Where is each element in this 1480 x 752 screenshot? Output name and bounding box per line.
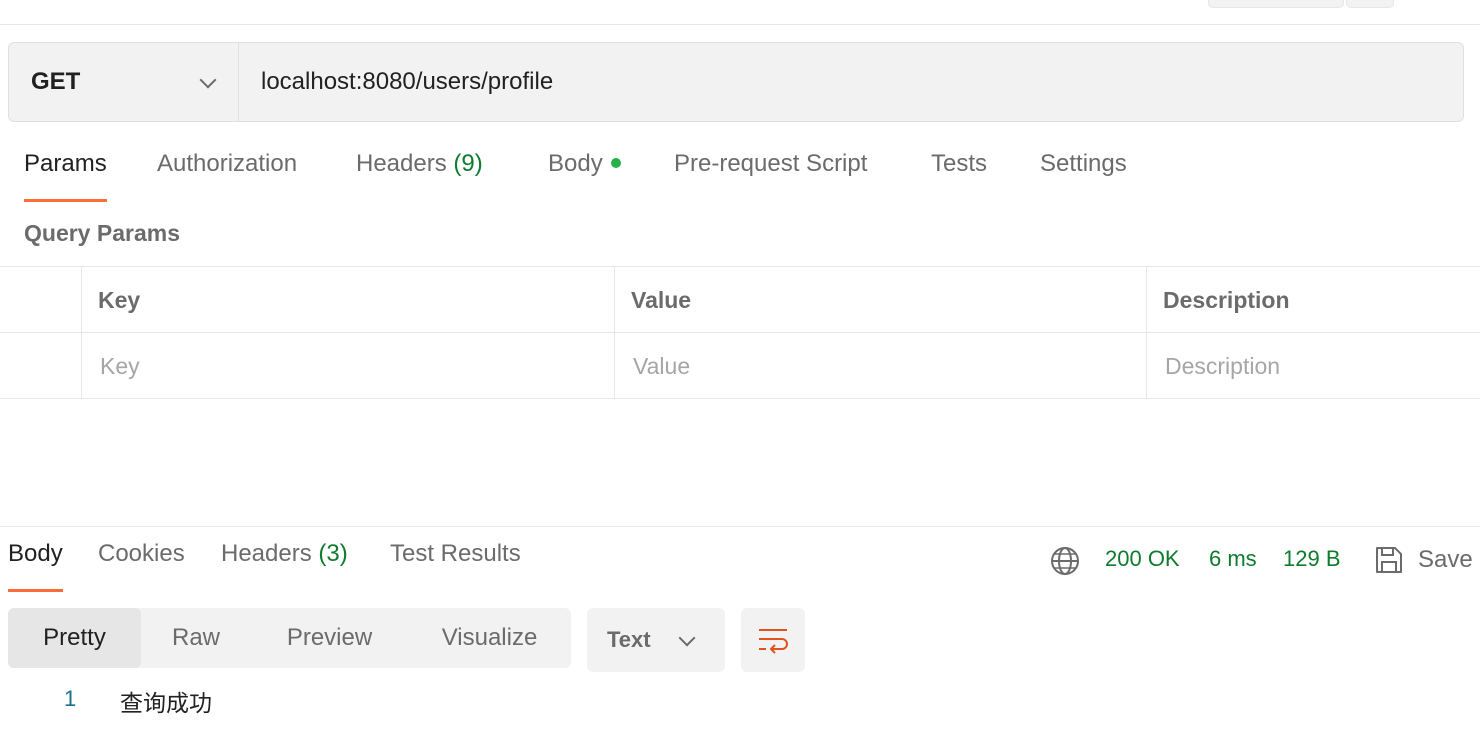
tab-authorization-label: Authorization bbox=[157, 150, 298, 177]
tab-settings[interactable]: Settings bbox=[1040, 150, 1127, 202]
tab-headers[interactable]: Headers (9) bbox=[356, 150, 483, 202]
description-input[interactable]: Description bbox=[1146, 333, 1480, 399]
tab-params[interactable]: Params bbox=[24, 150, 107, 202]
tab-headers-label: Headers bbox=[356, 150, 447, 177]
tab-tests-label: Tests bbox=[931, 150, 988, 177]
request-tabs: Params Authorization Headers (9) Body Pr… bbox=[0, 150, 1480, 202]
url-input[interactable]: localhost:8080/users/profile bbox=[239, 43, 1463, 121]
status-code[interactable]: 200 OK bbox=[1105, 546, 1180, 572]
response-time[interactable]: 6 ms bbox=[1209, 546, 1257, 572]
url-text: localhost:8080/users/profile bbox=[261, 68, 554, 95]
format-select-label: Text bbox=[607, 627, 651, 652]
response-tab-headers-count: (3) bbox=[318, 540, 348, 567]
table-header-row: Key Value Description bbox=[0, 267, 1480, 333]
globe-icon[interactable] bbox=[1050, 546, 1080, 576]
view-raw-button[interactable]: Raw bbox=[141, 608, 251, 668]
query-params-title: Query Params bbox=[24, 220, 180, 246]
top-toolbar-button[interactable] bbox=[1208, 0, 1344, 8]
body-indicator-dot-icon bbox=[610, 157, 621, 168]
format-select[interactable]: Text bbox=[587, 608, 725, 672]
request-url-bar: GET localhost:8080/users/profile bbox=[8, 42, 1464, 122]
wrap-lines-icon bbox=[759, 629, 788, 654]
response-tabs: Body Cookies Headers (3) Test Results bbox=[0, 540, 1040, 592]
response-tab-headers-label: Headers bbox=[221, 540, 312, 567]
response-tab-cookies[interactable]: Cookies bbox=[98, 540, 185, 592]
response-size[interactable]: 129 B bbox=[1283, 546, 1341, 572]
response-tab-headers[interactable]: Headers (3) bbox=[221, 540, 348, 592]
pane-divider[interactable] bbox=[0, 526, 1480, 527]
column-header-description: Description bbox=[1146, 267, 1480, 333]
response-tab-test-results-label: Test Results bbox=[390, 540, 521, 567]
response-tab-body-label: Body bbox=[8, 540, 63, 567]
tab-body[interactable]: Body bbox=[548, 150, 621, 202]
wrap-lines-button[interactable] bbox=[741, 608, 805, 672]
tab-body-label: Body bbox=[548, 150, 603, 177]
tab-settings-label: Settings bbox=[1040, 150, 1127, 177]
tab-authorization[interactable]: Authorization bbox=[157, 150, 297, 202]
value-input[interactable]: Value bbox=[614, 333, 1146, 399]
tab-pre-request-script-label: Pre-request Script bbox=[674, 150, 868, 177]
method-select[interactable]: GET bbox=[9, 43, 239, 121]
method-label: GET bbox=[31, 68, 81, 95]
top-toolbar bbox=[0, 0, 1480, 25]
view-mode-selector: Pretty Raw Preview Visualize bbox=[8, 608, 571, 668]
response-tab-cookies-label: Cookies bbox=[98, 540, 185, 567]
column-header-value: Value bbox=[614, 267, 1146, 333]
view-preview-button[interactable]: Preview bbox=[251, 608, 408, 668]
line-content: 查询成功 bbox=[120, 691, 212, 717]
response-body-line: 1 查询成功 bbox=[0, 680, 1480, 720]
tab-pre-request-script[interactable]: Pre-request Script bbox=[674, 150, 867, 202]
view-visualize-button[interactable]: Visualize bbox=[408, 608, 571, 668]
save-icon[interactable] bbox=[1374, 545, 1404, 575]
key-input[interactable]: Key bbox=[81, 333, 614, 399]
tab-headers-count: (9) bbox=[453, 150, 483, 177]
line-number: 1 bbox=[64, 686, 77, 711]
column-header-key: Key bbox=[81, 267, 614, 333]
tab-params-label: Params bbox=[24, 150, 107, 177]
response-tab-body[interactable]: Body bbox=[8, 540, 63, 592]
chevron-down-icon bbox=[678, 629, 696, 647]
tab-tests[interactable]: Tests bbox=[931, 150, 987, 202]
query-params-table: Key Value Description Key Value Descript… bbox=[0, 266, 1480, 399]
chevron-down-icon bbox=[199, 71, 217, 89]
save-response-button[interactable]: Save bbox=[1418, 546, 1473, 574]
response-tab-test-results[interactable]: Test Results bbox=[390, 540, 521, 592]
table-row: Key Value Description bbox=[0, 333, 1480, 399]
view-pretty-button[interactable]: Pretty bbox=[8, 608, 141, 668]
top-toolbar-dropdown-button[interactable] bbox=[1346, 0, 1394, 8]
